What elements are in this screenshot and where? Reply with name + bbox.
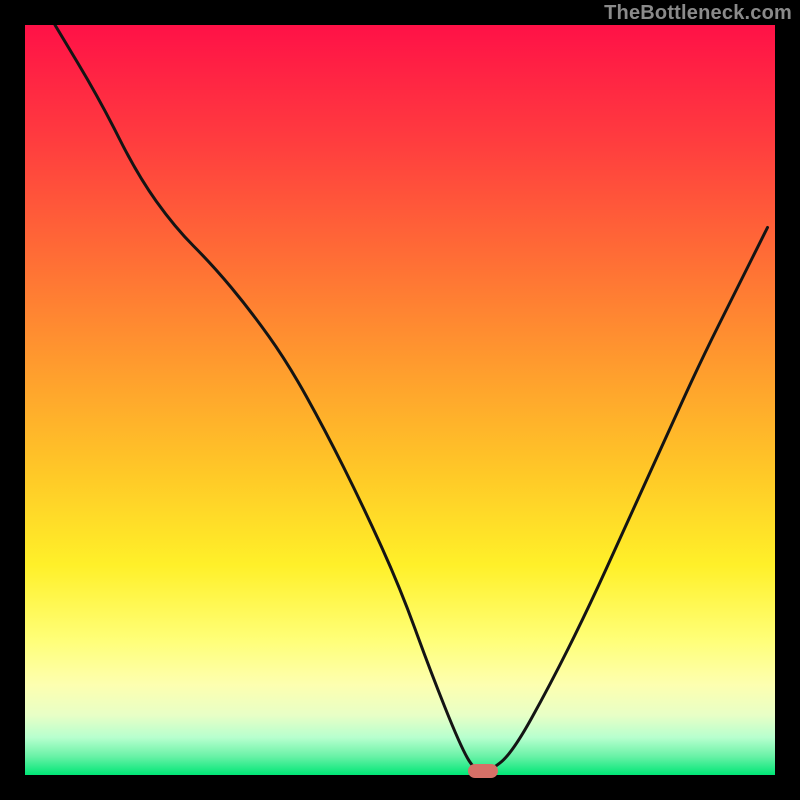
chart-root: TheBottleneck.com (0, 0, 800, 800)
plot-frame (25, 25, 775, 775)
plot-area (25, 25, 775, 775)
gradient-background (25, 25, 775, 775)
watermark-text: TheBottleneck.com (604, 2, 792, 25)
